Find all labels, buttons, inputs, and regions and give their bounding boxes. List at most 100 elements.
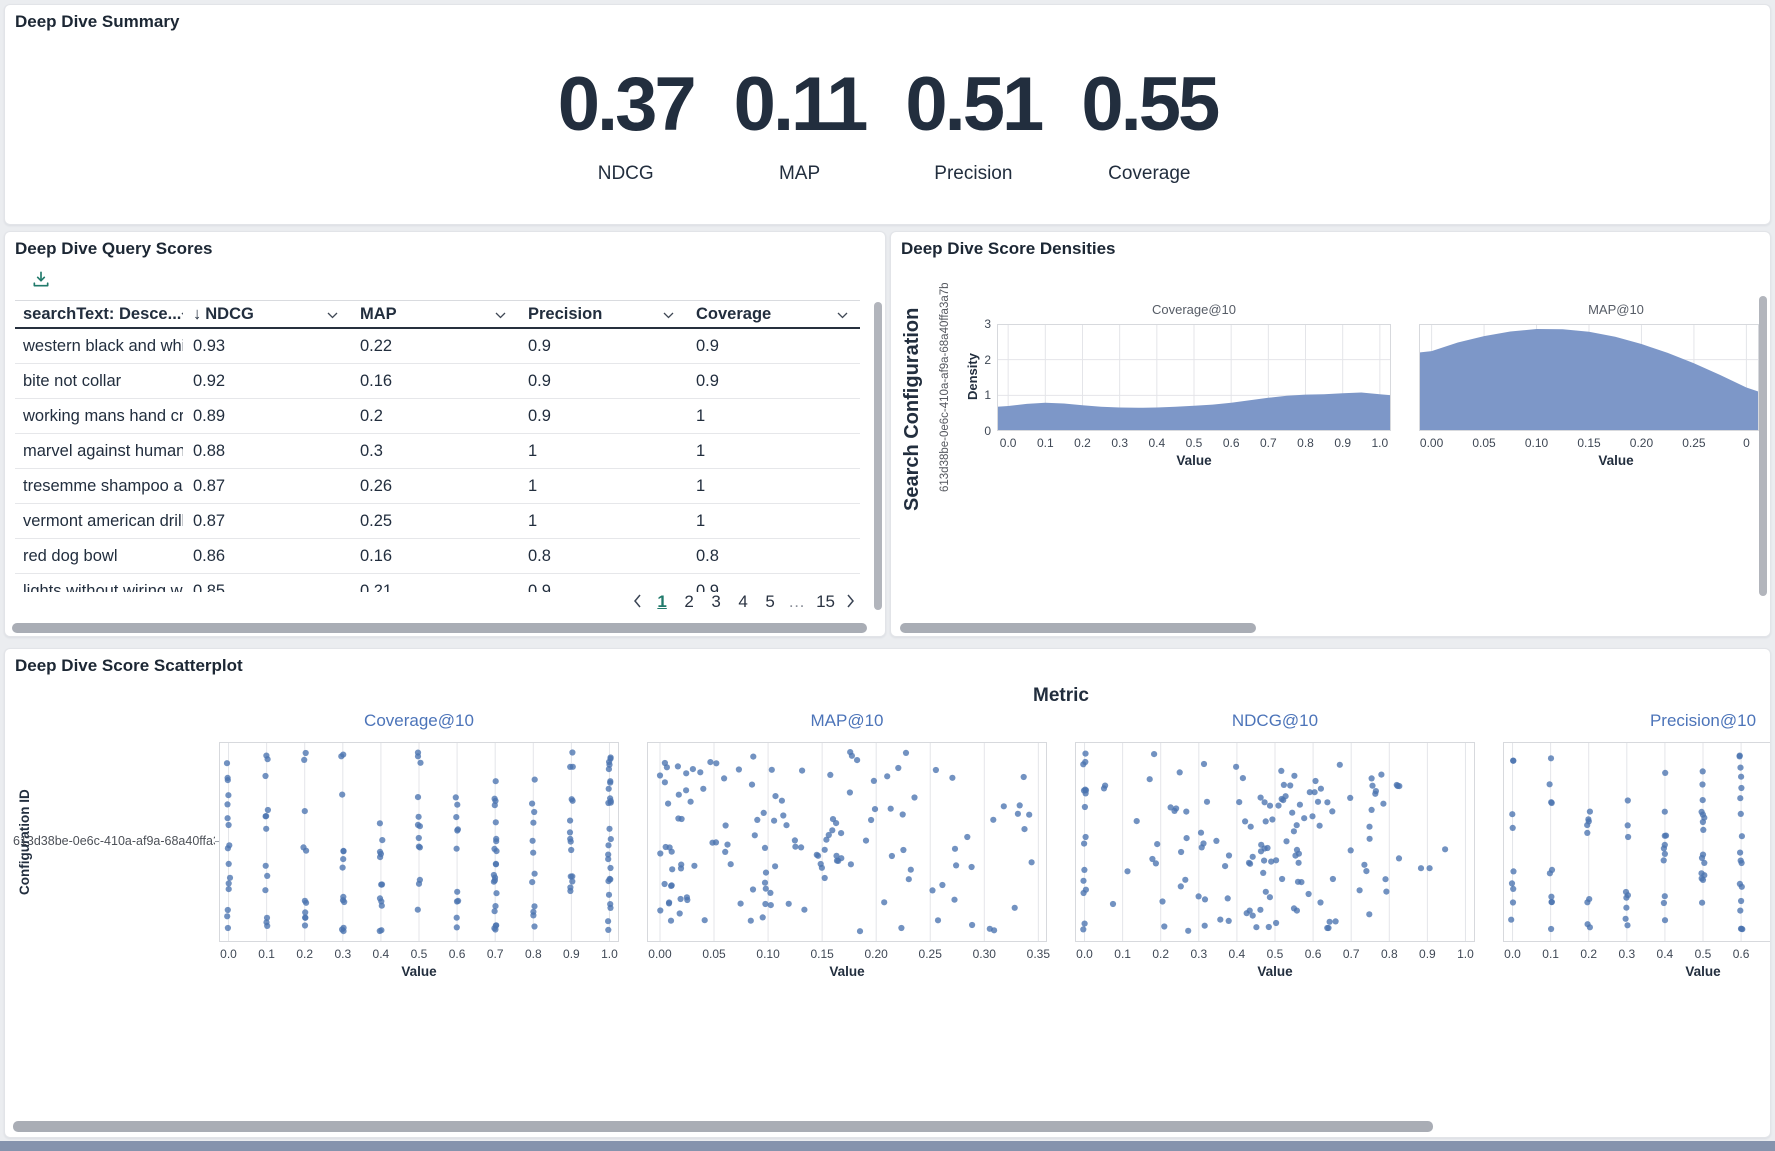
table-row[interactable]: bite not collar0.920.160.90.9 <box>15 364 860 399</box>
table-cell: 0.22 <box>350 337 518 356</box>
chevron-down-icon[interactable] <box>837 305 848 324</box>
table-cell: 0.26 <box>350 477 518 496</box>
density-chart-coverage: 0.00.10.20.30.40.50.60.70.80.91.0Value <box>997 324 1391 431</box>
table-cell: 0.8 <box>686 547 860 566</box>
facet-title-map-density: MAP@10 <box>1419 302 1771 317</box>
column-header[interactable]: Coverage <box>686 305 860 324</box>
table-row[interactable]: lights without wiring wi0.850.210.90.9 <box>15 574 860 592</box>
page-button[interactable]: 2 <box>680 592 698 612</box>
table-row[interactable]: working mans hand crea0.890.20.91 <box>15 399 860 434</box>
table-cell: 0.16 <box>350 372 518 391</box>
table-cell: western black and white <box>15 337 183 356</box>
table-cell: 0.86 <box>183 547 350 566</box>
column-header-label: Coverage <box>696 305 771 324</box>
scatter-horizontal-scrollbar[interactable] <box>13 1121 1433 1132</box>
facet-title-coverage-density: Coverage@10 <box>997 302 1391 317</box>
pagination-ellipsis: … <box>788 592 807 612</box>
table-vertical-scrollbar[interactable] <box>874 302 882 610</box>
table-row[interactable]: western black and white0.930.220.90.9 <box>15 329 860 364</box>
x-tick-label: 0.25 <box>908 947 952 961</box>
x-tick-label: 0.10 <box>1515 436 1559 450</box>
scatter-chart-ndcg: 0.00.10.20.30.40.50.60.70.80.91.0Value <box>1075 742 1475 942</box>
next-page-button[interactable] <box>844 594 857 611</box>
score-scatterplot-panel: Deep Dive Score Scatterplot Metric Cover… <box>4 648 1771 1138</box>
densities-horizontal-scrollbar[interactable] <box>900 623 1256 633</box>
metric-label: Coverage <box>1081 163 1217 185</box>
table-cell: 0.85 <box>183 582 350 593</box>
metric-label: Precision <box>905 163 1041 185</box>
page-button[interactable]: 5 <box>761 592 779 612</box>
table-cell: 0.89 <box>183 407 350 426</box>
column-header[interactable]: ↓NDCG <box>183 305 350 324</box>
previous-page-button[interactable] <box>631 594 644 611</box>
table-row[interactable]: tresemme shampoo anti0.870.2611 <box>15 469 860 504</box>
page-button[interactable]: 15 <box>816 592 835 612</box>
y-tick-label: 1 <box>977 388 991 402</box>
table-cell: 0.21 <box>350 582 518 593</box>
table-cell: marvel against humanity <box>15 442 183 461</box>
page-button[interactable]: 1 <box>653 592 671 612</box>
table-cell: 0.87 <box>183 477 350 496</box>
x-axis-label: Value <box>647 964 1047 979</box>
y-tick-label: 3 <box>977 317 991 331</box>
table-cell: 1 <box>686 407 860 426</box>
column-header[interactable]: Precision <box>518 305 686 324</box>
row-facet-label: Search Configuration <box>901 284 924 534</box>
facet-title-ndcg: NDCG@10 <box>1075 711 1475 731</box>
download-button[interactable] <box>29 268 53 292</box>
x-tick-label: 0.00 <box>638 947 682 961</box>
chevron-down-icon[interactable] <box>495 305 506 324</box>
x-tick-label: 0.7 <box>1757 947 1771 961</box>
page-button[interactable]: 3 <box>707 592 725 612</box>
x-axis-label: Value <box>219 964 619 979</box>
download-icon <box>31 269 51 289</box>
configuration-id-label: 613d38be-0e6c-410a-af9a-68a40ffa3a7b <box>939 262 951 512</box>
column-header[interactable]: searchText: Desce... <box>15 305 183 324</box>
x-tick-label: 0.10 <box>746 947 790 961</box>
score-densities-panel: Deep Dive Score Densities Search Configu… <box>890 231 1771 637</box>
table-cell: bite not collar <box>15 372 183 391</box>
summary-metric: 0.51Precision <box>905 67 1041 185</box>
page-button[interactable]: 4 <box>734 592 752 612</box>
table-row[interactable]: vermont american drill0.870.2511 <box>15 504 860 539</box>
densities-vertical-scrollbar[interactable] <box>1759 296 1767 596</box>
page-horizontal-scrollbar[interactable] <box>0 1141 1775 1151</box>
metric-label: NDCG <box>558 163 694 185</box>
table-row[interactable]: marvel against humanity0.880.311 <box>15 434 860 469</box>
x-tick-label: 0.05 <box>1462 436 1506 450</box>
scatter-chart-precision: 0.00.10.20.30.40.50.60.70.80.91.0Value <box>1503 742 1771 942</box>
x-tick-label: 0.35 <box>1016 947 1060 961</box>
table-cell: 0.16 <box>350 547 518 566</box>
configuration-id-tick-label: 613d38be-0e6c-410a-af9a-68a40ffa3... <box>13 834 215 848</box>
table-cell: 0.3 <box>350 442 518 461</box>
column-header-label: ↓NDCG <box>193 305 254 324</box>
summary-metric: 0.11MAP <box>734 67 866 185</box>
table-cell: 0.87 <box>183 512 350 531</box>
chevron-down-icon[interactable] <box>327 305 338 324</box>
query-scores-panel: Deep Dive Query Scores searchText: Desce… <box>4 231 886 637</box>
y-tick-label: 2 <box>977 353 991 367</box>
query-scores-table: searchText: Desce... ↓NDCG MAPPrecision Cov… <box>15 300 860 592</box>
x-axis-label: Value <box>1075 964 1475 979</box>
summary-metric: 0.55 Coverage <box>1081 67 1217 185</box>
table-cell: 1 <box>686 442 860 461</box>
density-axis-label: Density <box>965 312 980 442</box>
summary-metrics: 0.37NDCG0.11MAP0.51Precision0.55Coverage <box>5 67 1770 185</box>
table-cell: 0.9 <box>686 372 860 391</box>
panel-title-query-scores: Deep Dive Query Scores <box>15 239 212 259</box>
column-header[interactable]: MAP <box>350 305 518 324</box>
sort-desc-icon: ↓ <box>193 305 201 323</box>
table-cell: 0.93 <box>183 337 350 356</box>
table-cell: lights without wiring wi <box>15 582 183 593</box>
column-header-label: searchText: Desce... <box>23 305 181 324</box>
table-cell: 0.9 <box>686 582 860 593</box>
table-horizontal-scrollbar[interactable] <box>12 623 867 633</box>
chevron-down-icon[interactable] <box>663 305 674 324</box>
x-tick-label: 1.0 <box>1358 436 1402 450</box>
table-cell: tresemme shampoo anti <box>15 477 183 496</box>
table-cell: 0.9 <box>518 337 686 356</box>
metric-value: 0.55 <box>1081 67 1217 143</box>
table-row[interactable]: red dog bowl0.860.160.80.8 <box>15 539 860 574</box>
panel-title-densities: Deep Dive Score Densities <box>901 239 1115 259</box>
x-tick-label: 0.05 <box>692 947 736 961</box>
